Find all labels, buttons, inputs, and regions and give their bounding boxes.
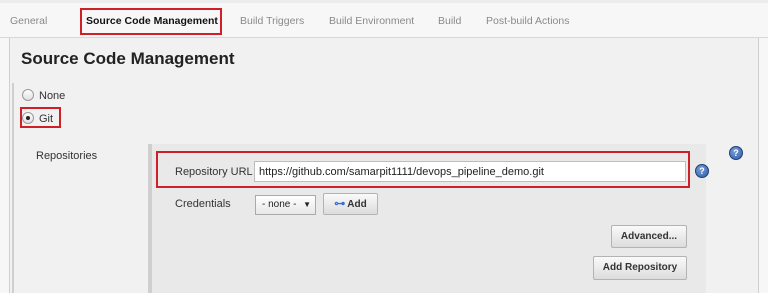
tab-build-environment[interactable]: Build Environment — [329, 8, 414, 35]
radio-none-label: None — [39, 90, 66, 102]
tab-general[interactable]: General — [10, 8, 47, 35]
tab-build[interactable]: Build — [438, 8, 461, 35]
scm-option-none[interactable]: None — [22, 88, 65, 104]
radio-git[interactable] — [22, 112, 34, 125]
top-border — [0, 0, 768, 3]
tab-source-code-management[interactable]: Source Code Management — [86, 8, 218, 35]
tab-build-triggers[interactable]: Build Triggers — [240, 8, 304, 35]
repository-url-input[interactable] — [254, 161, 686, 182]
add-credentials-button[interactable]: ⊶ Add — [323, 193, 378, 215]
credentials-label: Credentials — [175, 198, 231, 210]
tab-post-build-actions[interactable]: Post-build Actions — [486, 8, 569, 35]
section-title: Source Code Management — [21, 49, 235, 68]
section-left-rule — [12, 83, 14, 293]
credentials-select[interactable]: - none - ▼ — [255, 195, 316, 215]
add-button-label: Add — [347, 199, 367, 210]
advanced-button[interactable]: Advanced... — [611, 225, 687, 248]
repository-url-label: Repository URL — [175, 166, 253, 178]
scm-option-git[interactable]: Git — [22, 111, 53, 127]
radio-git-label: Git — [39, 113, 54, 125]
key-icon: ⊶ — [334, 198, 346, 210]
add-repository-button[interactable]: Add Repository — [593, 256, 687, 280]
credentials-value: - none - — [262, 199, 297, 210]
chevron-down-icon: ▼ — [303, 200, 311, 209]
repositories-label: Repositories — [36, 150, 98, 162]
help-icon[interactable]: ? — [695, 164, 709, 178]
help-icon[interactable]: ? — [729, 146, 743, 160]
radio-none[interactable] — [22, 89, 34, 102]
